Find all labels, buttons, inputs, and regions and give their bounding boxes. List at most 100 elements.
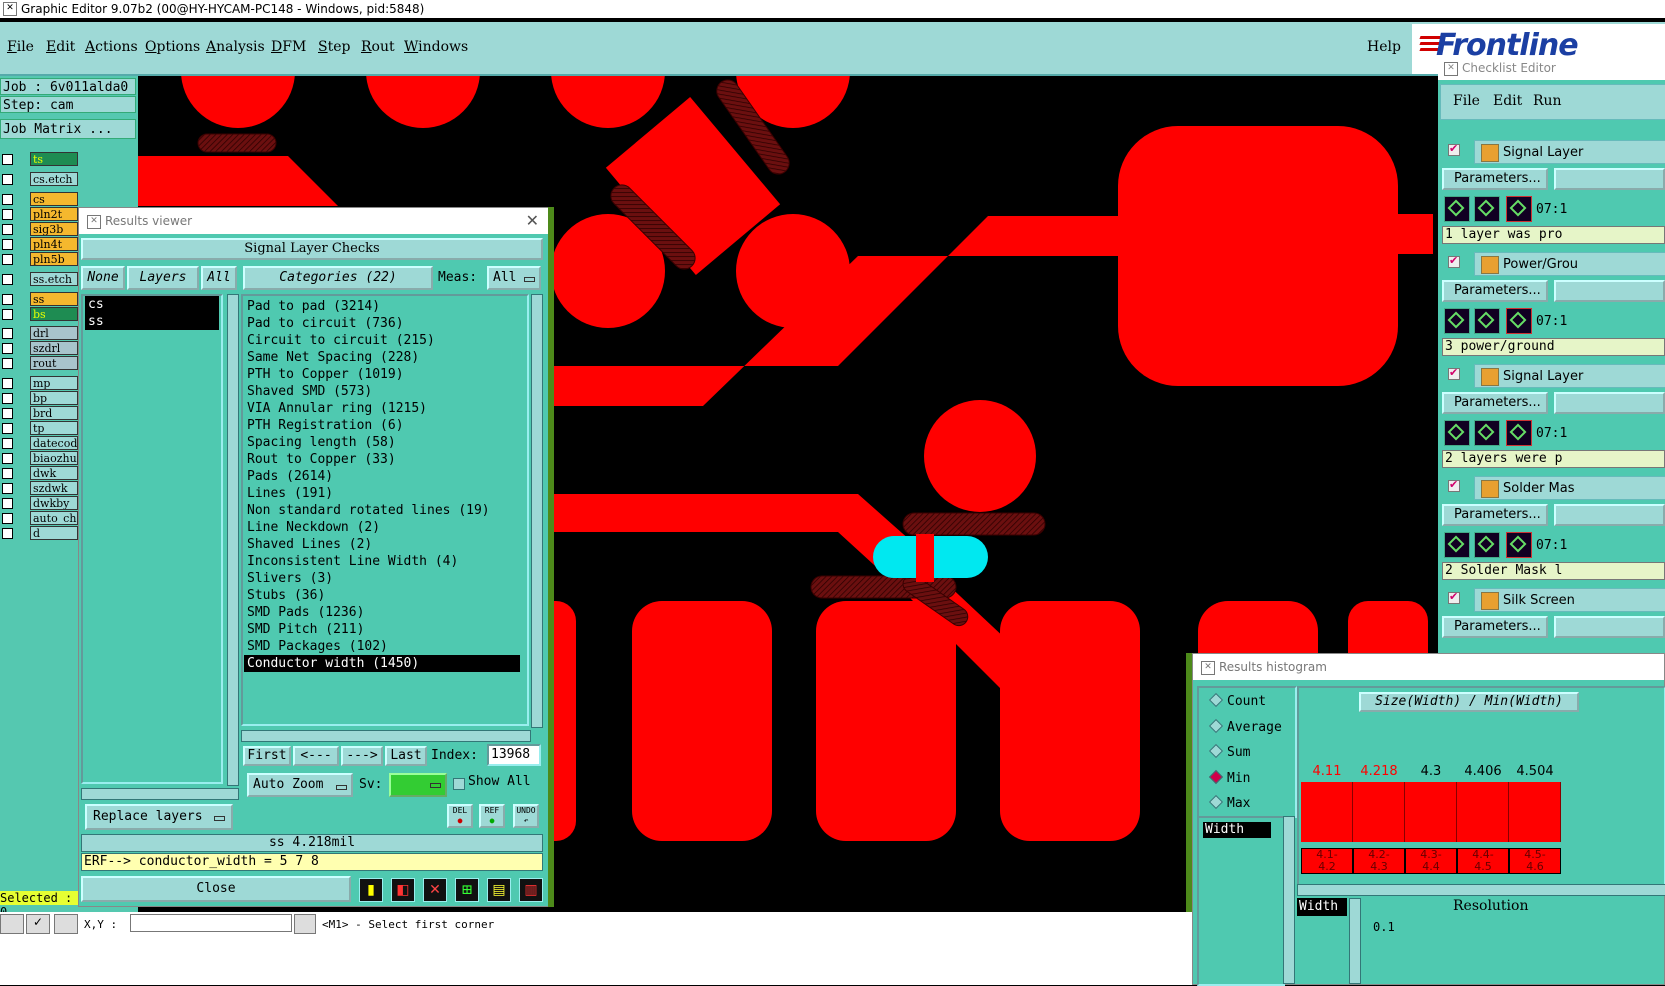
category-item[interactable]: Inconsistent Line Width (4) [244,553,520,570]
layer-checkbox[interactable] [2,239,13,250]
layer-name[interactable]: cs [30,192,78,206]
checklist-item-header[interactable]: Power/Grou [1474,252,1665,276]
checklist-item-header[interactable]: Signal Layer [1474,140,1665,164]
layer-name[interactable]: datecod [30,436,78,450]
layer-checkbox[interactable] [2,194,13,205]
category-item[interactable]: PTH Registration (6) [244,417,520,434]
layer-name[interactable]: pln5b [30,252,78,266]
layer-row-szdwk[interactable]: szdwk [0,481,80,496]
layer-hscrollbar[interactable] [81,788,239,800]
results-icon[interactable] [1474,532,1500,558]
layer-checkbox[interactable] [2,438,13,449]
category-item[interactable]: PTH to Copper (1019) [244,366,520,383]
layer-name[interactable]: ss [30,292,78,306]
category-item[interactable]: SMD Pads (1236) [244,604,520,621]
menu-step[interactable]: Step [318,39,350,55]
layer-row-datecod[interactable]: datecod [0,436,80,451]
aggregate-option-min[interactable]: Min [1208,769,1250,786]
check-icon[interactable]: ✓ [26,914,50,934]
histogram-hscrollbar[interactable] [1297,884,1665,896]
layer-checkbox[interactable] [2,174,13,185]
prev-button[interactable]: <--- [293,746,339,766]
layer-vscrollbar[interactable] [227,294,239,786]
aggregate-option-max[interactable]: Max [1208,794,1250,811]
layer-checkbox[interactable] [2,209,13,220]
layer-name[interactable]: biaozhu [30,451,78,465]
categories-hscrollbar[interactable] [241,730,531,742]
histogram-bar[interactable] [1353,782,1405,842]
histogram-bar[interactable] [1457,782,1509,842]
auto-zoom-dropdown[interactable]: Auto Zoom [247,773,353,797]
layer-row-d[interactable]: d [0,526,80,541]
layer-name[interactable]: auto_ch [30,511,78,525]
layer-row-pln5b[interactable]: pln5b [0,252,80,267]
export-icon[interactable]: ◧ [391,878,415,902]
aggregate-option-average[interactable]: Average [1208,718,1282,735]
layer-row-rout[interactable]: rout [0,356,80,371]
layer-listbox[interactable]: cs ss [81,294,239,784]
menu-options[interactable]: Options [145,39,200,55]
close-icon[interactable]: ✕ [526,208,539,234]
axis-field-scrollbar[interactable] [1349,898,1361,984]
histogram-bar[interactable] [1301,782,1353,842]
parameters-button[interactable]: Parameters... [1442,168,1548,190]
layer-checkbox[interactable] [2,294,13,305]
menu-dfm[interactable]: DFM [271,39,306,55]
layer-name[interactable]: cs.etch [30,172,78,186]
run-icon[interactable] [1444,532,1470,558]
index-input[interactable]: 13968 [487,744,541,766]
layer-checkbox[interactable] [2,343,13,354]
categories-vscrollbar[interactable] [531,294,543,728]
layer-list-item[interactable]: cs [85,296,219,313]
layer-row-ts[interactable]: ts [0,152,80,167]
results-icon[interactable] [1474,420,1500,446]
layer-checkbox[interactable] [2,154,13,165]
category-item[interactable]: Stubs (36) [244,587,520,604]
replace-layers-dropdown[interactable]: Replace layers [85,804,233,830]
layer-name[interactable]: dwkby [30,496,78,510]
category-item[interactable]: VIA Annular ring (1215) [244,400,520,417]
checklist-item-header[interactable]: Silk Screen [1474,588,1665,612]
layer-name[interactable]: tp [30,421,78,435]
close-button[interactable]: Close [81,876,351,902]
checklist-item-checkbox[interactable] [1448,142,1460,156]
layer-name[interactable]: d [30,526,78,540]
menu-windows[interactable]: Windows [404,39,468,55]
status-toggle[interactable] [294,914,316,934]
parameters-button[interactable]: Parameters... [1442,280,1548,302]
checklist-item-header[interactable]: Solder Mas [1474,476,1665,500]
layer-row-brd[interactable]: brd [0,406,80,421]
layer-row-ss-etch[interactable]: ss.etch [0,272,80,287]
category-item[interactable]: SMD Packages (102) [244,638,520,655]
layer-name[interactable]: drl [30,326,78,340]
layer-row-bp[interactable]: bp [0,391,80,406]
results-icon[interactable] [1474,308,1500,334]
layer-name[interactable]: szdwk [30,481,78,495]
layer-checkbox[interactable] [2,423,13,434]
status-tool-icon[interactable] [0,914,24,934]
layer-row-ss[interactable]: ss [0,292,80,307]
parameters-button[interactable]: Parameters... [1442,392,1548,414]
resolution-value[interactable]: 0.1 [1373,920,1395,934]
checklist-item-checkbox[interactable] [1448,590,1460,604]
category-item[interactable]: Pad to circuit (736) [244,315,520,332]
checklist-menu-run[interactable]: Run [1533,93,1562,109]
category-item[interactable]: Slivers (3) [244,570,520,587]
layer-row-auto-ch[interactable]: auto_ch [0,511,80,526]
layer-checkbox[interactable] [2,358,13,369]
run-icon[interactable] [1444,308,1470,334]
layer-row-pln2t[interactable]: pln2t [0,207,80,222]
show-all-checkbox[interactable] [453,778,465,790]
layer-checkbox[interactable] [2,408,13,419]
reports-icon[interactable] [1506,196,1532,222]
layer-checkbox[interactable] [2,393,13,404]
layer-name[interactable]: sig3b [30,222,78,236]
layer-row-cs-etch[interactable]: cs.etch [0,172,80,187]
parameters-button[interactable]: Parameters... [1442,504,1548,526]
meas-dropdown[interactable]: All [487,266,541,290]
layer-name[interactable]: rout [30,356,78,370]
layer-name[interactable]: brd [30,406,78,420]
category-item[interactable]: Circuit to circuit (215) [244,332,520,349]
menu-edit[interactable]: Edit [46,39,75,55]
category-item[interactable]: Non standard rotated lines (19) [244,502,520,519]
